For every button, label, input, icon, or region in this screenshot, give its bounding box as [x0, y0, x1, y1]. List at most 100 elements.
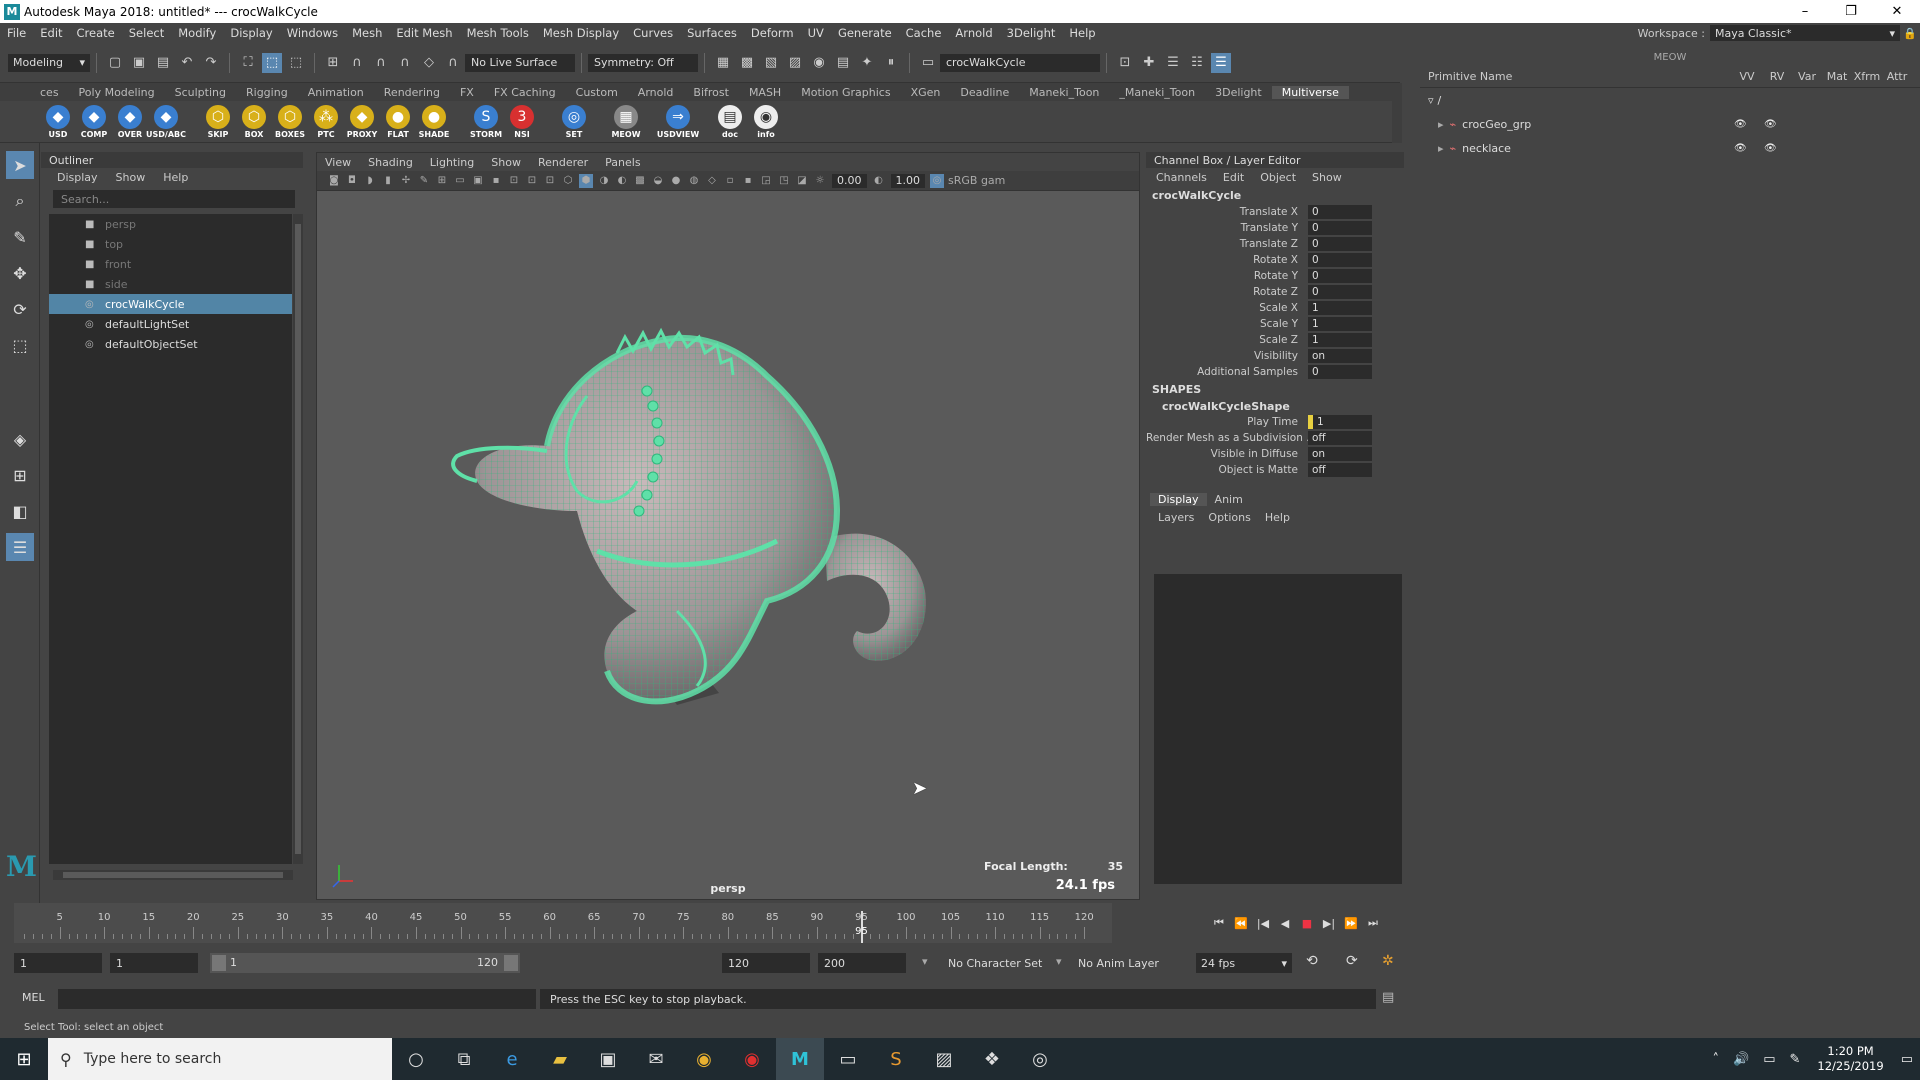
layer-list[interactable]: [1154, 574, 1402, 884]
sublime-icon[interactable]: S: [872, 1038, 920, 1080]
tab-display[interactable]: Display: [1150, 492, 1207, 506]
chevron-down-icon[interactable]: ▾: [922, 955, 928, 968]
shelf-button-comp[interactable]: ◆ COMP: [78, 104, 110, 139]
step-forward-icon[interactable]: ⏩: [1340, 913, 1362, 933]
step-forward-key-icon[interactable]: ▶|: [1318, 913, 1340, 933]
pause-icon[interactable]: ⏸: [881, 53, 901, 73]
shelf-button-over[interactable]: ◆ OVER: [114, 104, 146, 139]
channel-value[interactable]: 1: [1308, 415, 1372, 429]
stop-icon[interactable]: ■: [1296, 913, 1318, 933]
usd-prim-row[interactable]: ▸ ⌁ necklace 👁 👁: [1420, 136, 1920, 160]
notifications-icon[interactable]: ▭: [1901, 1052, 1913, 1067]
channel-value[interactable]: 0: [1308, 221, 1372, 235]
outliner-menu-help[interactable]: Help: [163, 171, 188, 184]
paint-select-icon[interactable]: ✎: [6, 223, 34, 251]
channel-name[interactable]: Render Mesh as a Subdivision ...: [1146, 432, 1308, 444]
viewport-menu-panels[interactable]: Panels: [605, 156, 640, 169]
anti-alias-icon[interactable]: ◇: [705, 174, 719, 188]
outliner-item[interactable]: ■ side: [49, 274, 292, 294]
mail-icon[interactable]: ✉: [632, 1038, 680, 1080]
use-lights-icon[interactable]: ▩: [633, 174, 647, 188]
image-plane-icon[interactable]: ▮: [381, 174, 395, 188]
channel-box-menu-edit[interactable]: Edit: [1223, 171, 1244, 184]
channel-name[interactable]: Rotate Y: [1146, 270, 1308, 282]
start-frame-field[interactable]: 1: [14, 953, 102, 973]
render-frame-icon[interactable]: ▩: [737, 53, 757, 73]
character-set-label[interactable]: No Character Set: [948, 957, 1042, 970]
layer-menu-options[interactable]: Options: [1208, 511, 1250, 524]
tool-settings-icon[interactable]: ☷: [1187, 53, 1207, 73]
redo-icon[interactable]: ↷: [201, 53, 221, 73]
channel-value[interactable]: off: [1308, 431, 1372, 445]
shelf-tab-animation[interactable]: Animation: [298, 86, 374, 99]
shelf-tab-arnold[interactable]: Arnold: [628, 86, 684, 99]
channel-value[interactable]: on: [1308, 349, 1372, 363]
motion-blur-icon[interactable]: ◍: [687, 174, 701, 188]
camera-icon[interactable]: ◙: [327, 174, 341, 188]
loop-icon[interactable]: ⟲: [1306, 953, 1318, 969]
render-visibility-icon[interactable]: 👁: [1764, 143, 1778, 154]
select-hierarchy-icon[interactable]: ⛶: [238, 53, 258, 73]
viewport-menu-shading[interactable]: Shading: [368, 156, 413, 169]
channel-box-menu-object[interactable]: Object: [1260, 171, 1296, 184]
shelf-button-box[interactable]: ⬡ BOX: [238, 104, 270, 139]
menu-file[interactable]: File: [0, 26, 33, 40]
channel-value[interactable]: 0: [1308, 365, 1372, 379]
shelf-tab-ces[interactable]: ces: [30, 86, 69, 99]
menu-mesh[interactable]: Mesh: [345, 26, 389, 40]
single-perspective-icon[interactable]: ◈: [6, 425, 34, 453]
gamma-icon[interactable]: ◐: [872, 174, 886, 188]
viewport-visibility-icon[interactable]: 👁: [1734, 143, 1748, 154]
grid-icon[interactable]: ⊞: [435, 174, 449, 188]
save-scene-icon[interactable]: ▤: [153, 53, 173, 73]
select-tool-icon[interactable]: ➤: [6, 151, 34, 179]
shelf-button-usdview[interactable]: ⇒ USDVIEW: [657, 104, 699, 139]
attribute-editor-icon[interactable]: ☰: [1163, 53, 1183, 73]
outliner-hscrollbar[interactable]: [53, 870, 293, 880]
textured-icon[interactable]: ◐: [615, 174, 629, 188]
shelf-scroll[interactable]: [1392, 83, 1402, 143]
shelf-tab-deadline[interactable]: Deadline: [950, 86, 1019, 99]
shelf-button-ptc[interactable]: ⁂ PTC: [310, 104, 342, 139]
shelf-button-nsi[interactable]: 3 NSI: [506, 104, 538, 139]
taskbar-clock[interactable]: 1:20 PM 12/25/2019: [1817, 1044, 1883, 1074]
camera-attr-icon[interactable]: ◘: [345, 174, 359, 188]
menu-mesh-display[interactable]: Mesh Display: [536, 26, 626, 40]
film-gate-icon[interactable]: ▭: [453, 174, 467, 188]
maya-taskbar-icon[interactable]: M: [776, 1038, 824, 1080]
usd-column-vv[interactable]: VV: [1732, 70, 1762, 83]
2d-pan-icon[interactable]: ✢: [399, 174, 413, 188]
lasso-tool-icon[interactable]: ⌕: [6, 187, 34, 215]
command-input[interactable]: [58, 989, 536, 1009]
select-component-icon[interactable]: ⬚: [286, 53, 306, 73]
isolate-icon[interactable]: ▪: [741, 174, 755, 188]
exposure-icon[interactable]: ☼: [813, 174, 827, 188]
snap-surface-icon[interactable]: ◇: [419, 53, 439, 73]
menu-generate[interactable]: Generate: [831, 26, 899, 40]
snap-curve-icon[interactable]: ∩: [347, 53, 367, 73]
viewport-menu-show[interactable]: Show: [491, 156, 521, 169]
shadows-icon[interactable]: ◒: [651, 174, 665, 188]
safe-action-icon[interactable]: ⊡: [525, 174, 539, 188]
shelf-tab-multiverse[interactable]: Multiverse: [1271, 85, 1349, 99]
rotate-tool-icon[interactable]: ⟳: [6, 295, 34, 323]
shelf-tab-poly-modeling[interactable]: Poly Modeling: [69, 86, 165, 99]
layer-menu-layers[interactable]: Layers: [1158, 511, 1194, 524]
obs-icon[interactable]: ◎: [1016, 1038, 1064, 1080]
auto-key-icon[interactable]: ⟳: [1346, 953, 1358, 969]
channel-name[interactable]: Translate X: [1146, 206, 1308, 218]
channel-value[interactable]: 0: [1308, 285, 1372, 299]
close-icon[interactable]: ✕: [1874, 0, 1920, 23]
menu-select[interactable]: Select: [122, 26, 171, 40]
store-icon[interactable]: ▣: [584, 1038, 632, 1080]
go-to-end-icon[interactable]: ⏭: [1362, 913, 1384, 933]
color-management-icon[interactable]: ◎: [930, 173, 944, 188]
time-slider[interactable]: 5 10 15 20 25 30 35 40 45 50 55 60 65 70 75 80 85 90 95 100…: [0, 903, 1920, 945]
channel-value[interactable]: 1: [1308, 301, 1372, 315]
minimize-icon[interactable]: –: [1782, 0, 1828, 23]
chevron-up-icon[interactable]: ˄: [1713, 1052, 1720, 1067]
anim-layer-label[interactable]: No Anim Layer: [1078, 957, 1159, 970]
menu-uv[interactable]: UV: [801, 26, 831, 40]
lock-icon[interactable]: 🔒: [1900, 27, 1920, 40]
shelf-button-boxes[interactable]: ⬡ BOXES: [274, 104, 306, 139]
